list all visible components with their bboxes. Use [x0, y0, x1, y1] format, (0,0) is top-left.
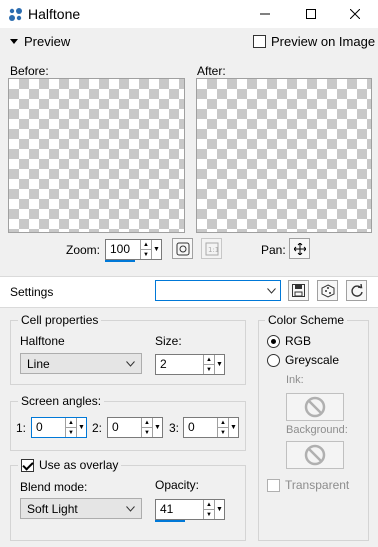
chevron-down-icon [126, 505, 135, 512]
svg-text:1:1: 1:1 [208, 246, 219, 254]
transparent-box[interactable] [267, 478, 280, 492]
angle-1-dropdown-arrow[interactable]: ▼ [76, 418, 86, 437]
save-preset-button[interactable] [288, 280, 309, 301]
randomize-button[interactable] [317, 280, 338, 301]
preset-combobox[interactable] [155, 280, 281, 301]
pan-move-icon [293, 242, 306, 255]
after-preview[interactable] [196, 78, 372, 233]
close-button[interactable] [332, 0, 378, 28]
pan-button[interactable] [289, 238, 310, 259]
angle-3-spinner[interactable]: 0 ▲ ▼ ▼ [183, 417, 239, 438]
angle-1-value[interactable]: 0 [32, 418, 65, 437]
chevron-down-icon [126, 360, 135, 367]
zoom-fit-button[interactable] [172, 238, 193, 259]
greyscale-radio[interactable]: Greyscale [267, 353, 339, 367]
angle-1-stepper[interactable]: ▲ ▼ [65, 418, 76, 437]
zoom-stepper[interactable]: ▲ ▼ [140, 240, 151, 259]
halftone-app-icon [8, 7, 24, 23]
background-label: Background: [286, 424, 348, 436]
zoom-label: Zoom: [66, 243, 101, 257]
opacity-value[interactable]: 41 [156, 500, 203, 519]
background-color-swatch[interactable] [286, 441, 344, 469]
window-title: Halftone [28, 6, 81, 22]
color-scheme-title: Color Scheme [265, 313, 348, 327]
preview-toggle[interactable]: Preview [10, 34, 70, 49]
close-icon [350, 9, 360, 19]
blend-mode-dropdown[interactable]: Soft Light [20, 498, 142, 519]
maximize-icon [306, 9, 316, 19]
zoom-value[interactable]: 100 [106, 240, 140, 259]
angle-1-label: 1: [16, 421, 27, 435]
halftone-value: Line [27, 356, 50, 371]
no-color-icon [304, 444, 326, 466]
save-icon [292, 284, 305, 297]
preview-toggle-label: Preview [24, 34, 71, 49]
before-label: Before: [10, 64, 49, 78]
settings-label: Settings [10, 285, 54, 299]
angle-1-spinner[interactable]: 0 ▲ ▼ ▼ [31, 417, 87, 438]
angle-3-label: 3: [169, 421, 180, 435]
angle-2-stepper[interactable]: ▲ ▼ [141, 418, 152, 437]
angle-2-dropdown-arrow[interactable]: ▼ [152, 418, 162, 437]
rgb-radio-button[interactable] [267, 334, 280, 348]
zoom-fit-icon [176, 242, 189, 255]
opacity-dropdown-arrow[interactable]: ▼ [214, 500, 224, 519]
use-as-overlay-label: Use as overlay [39, 458, 119, 472]
use-as-overlay-box[interactable] [21, 458, 34, 472]
no-color-icon [304, 396, 326, 418]
reset-icon [350, 283, 363, 297]
opacity-spinner[interactable]: 41 ▲ ▼ ▼ [155, 499, 225, 522]
size-stepper[interactable]: ▲ ▼ [203, 355, 214, 374]
preview-on-image-box[interactable] [253, 35, 266, 48]
preview-on-image-checkbox[interactable]: Preview on Image [253, 34, 375, 49]
pan-label: Pan: [261, 243, 286, 257]
cell-properties-title: Cell properties [18, 313, 102, 327]
ink-label: Ink: [286, 374, 304, 386]
opacity-stepper[interactable]: ▲ ▼ [203, 500, 214, 519]
angle-3-value[interactable]: 0 [184, 418, 217, 437]
size-dropdown-arrow[interactable]: ▼ [214, 355, 224, 374]
halftone-label: Halftone [20, 334, 65, 348]
actual-size-icon: 1:1 [205, 242, 219, 255]
dice-icon [321, 283, 334, 298]
angle-2-label: 2: [92, 421, 103, 435]
collapse-triangle-icon [10, 39, 18, 44]
maximize-button[interactable] [288, 0, 334, 28]
opacity-label: Opacity: [155, 478, 200, 492]
angle-2-spinner[interactable]: 0 ▲ ▼ ▼ [107, 417, 163, 438]
rgb-label: RGB [285, 334, 312, 348]
zoom-actual-size-button[interactable]: 1:1 [201, 238, 222, 259]
preset-value[interactable] [156, 281, 262, 300]
minimize-icon [260, 13, 270, 15]
reset-button[interactable] [346, 280, 367, 301]
minimize-button[interactable] [242, 0, 288, 28]
blend-mode-value: Soft Light [27, 501, 78, 516]
angle-2-value[interactable]: 0 [108, 418, 141, 437]
size-label: Size: [155, 334, 182, 348]
greyscale-label: Greyscale [285, 353, 340, 367]
transparent-label: Transparent [285, 478, 350, 492]
ink-color-swatch[interactable] [286, 393, 344, 421]
after-label: After: [197, 64, 226, 78]
transparent-checkbox[interactable]: Transparent [267, 478, 349, 492]
zoom-spinner[interactable]: 100 ▲ ▼ ▼ [105, 239, 162, 262]
blend-mode-label: Blend mode: [20, 480, 88, 494]
angle-3-stepper[interactable]: ▲ ▼ [217, 418, 228, 437]
greyscale-radio-button[interactable] [267, 353, 280, 367]
use-as-overlay-checkbox[interactable]: Use as overlay [18, 458, 122, 472]
before-preview[interactable] [8, 78, 185, 233]
preview-on-image-label: Preview on Image [271, 34, 376, 49]
zoom-dropdown-arrow[interactable]: ▼ [151, 240, 161, 259]
screen-angles-title: Screen angles: [18, 394, 105, 408]
chevron-down-icon[interactable] [262, 281, 280, 300]
angle-3-dropdown-arrow[interactable]: ▼ [228, 418, 238, 437]
halftone-dropdown[interactable]: Line [20, 353, 142, 374]
size-value[interactable]: 2 [156, 355, 203, 374]
rgb-radio[interactable]: RGB [267, 334, 311, 348]
size-spinner[interactable]: 2 ▲ ▼ ▼ [155, 354, 225, 375]
